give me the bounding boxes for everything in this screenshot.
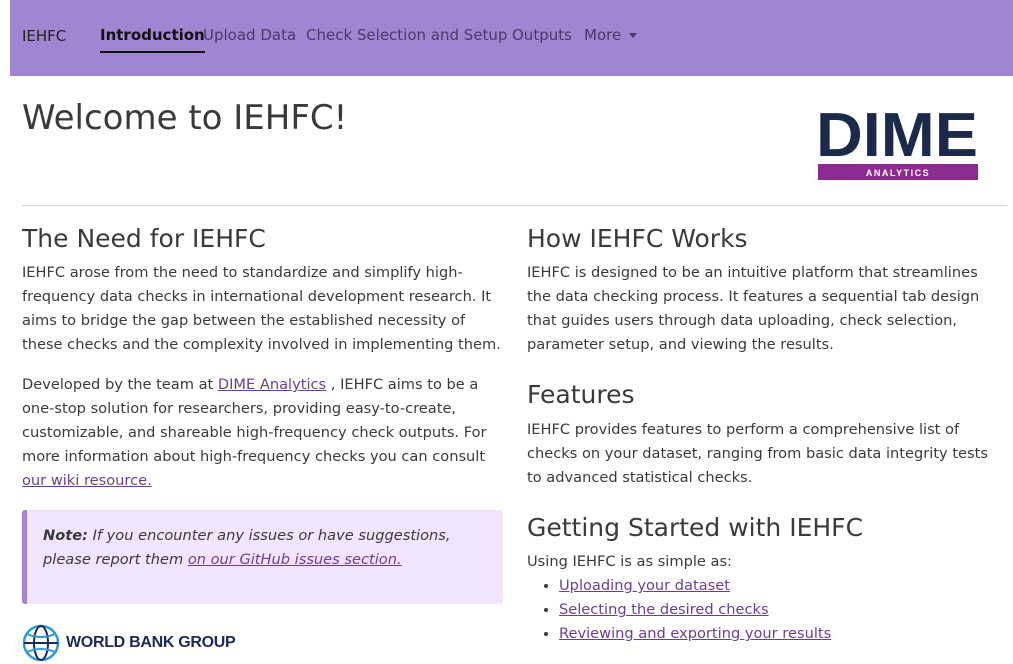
svg-text:ANALYTICS: ANALYTICS — [866, 168, 930, 178]
review-export-link[interactable]: Reviewing and exporting your results — [559, 625, 831, 642]
getting-started-intro: Using IEHFC is as simple as: — [527, 553, 732, 570]
upload-dataset-link[interactable]: Uploading your dataset — [559, 577, 730, 594]
need-paragraph: IEHFC arose from the need to standardize… — [22, 264, 501, 353]
getting-started-steps: Uploading your dataset Selecting the des… — [527, 574, 831, 646]
tab-check-selection-and-setup[interactable]: Check Selection and Setup — [306, 26, 507, 44]
page-title: Welcome to IEHFC! — [22, 98, 348, 138]
wiki-resource-link[interactable]: our wiki resource. — [22, 472, 152, 489]
list-item: Selecting the desired checks — [559, 598, 831, 622]
features-paragraph: IEHFC provides features to perform a com… — [527, 421, 988, 486]
svg-text:DIME: DIME — [816, 104, 978, 170]
need-heading: The Need for IEHFC — [22, 224, 266, 253]
list-item: Reviewing and exporting your results — [559, 622, 831, 646]
world-bank-group-logo: WORLD BANK GROUP — [22, 623, 236, 663]
github-issues-link[interactable]: on our GitHub issues section. — [188, 551, 402, 568]
caret-down-icon — [629, 33, 638, 38]
dime-analytics-logo: DIME ANALYTICS — [816, 104, 978, 180]
tab-more-dropdown[interactable]: More — [584, 26, 638, 44]
dime-analytics-link[interactable]: DIME Analytics — [218, 376, 326, 393]
getting-started-heading: Getting Started with IEHFC — [527, 513, 864, 542]
globe-icon — [22, 624, 60, 662]
how-heading: How IEHFC Works — [527, 224, 748, 253]
list-item: Uploading your dataset — [559, 574, 831, 598]
how-paragraph: IEHFC is designed to be an intuitive pla… — [527, 264, 980, 353]
note-callout: Note: If you encounter any issues or hav… — [22, 510, 503, 604]
developed-text-1: Developed by the team at — [22, 376, 218, 393]
tab-upload-data[interactable]: Upload Data — [203, 26, 296, 44]
note-label: Note: — [43, 527, 88, 544]
features-heading: Features — [527, 380, 635, 409]
top-navbar: IEHFC Introduction Upload Data Check Sel… — [10, 0, 1013, 76]
tab-introduction[interactable]: Introduction — [100, 26, 205, 53]
navbar-brand[interactable]: IEHFC — [22, 27, 66, 45]
developed-paragraph: Developed by the team at DIME Analytics … — [22, 373, 502, 493]
tab-outputs[interactable]: Outputs — [512, 26, 572, 44]
world-bank-group-text: WORLD BANK GROUP — [66, 634, 236, 651]
more-label: More — [584, 26, 622, 44]
divider — [22, 205, 1007, 206]
select-checks-link[interactable]: Selecting the desired checks — [559, 601, 769, 618]
